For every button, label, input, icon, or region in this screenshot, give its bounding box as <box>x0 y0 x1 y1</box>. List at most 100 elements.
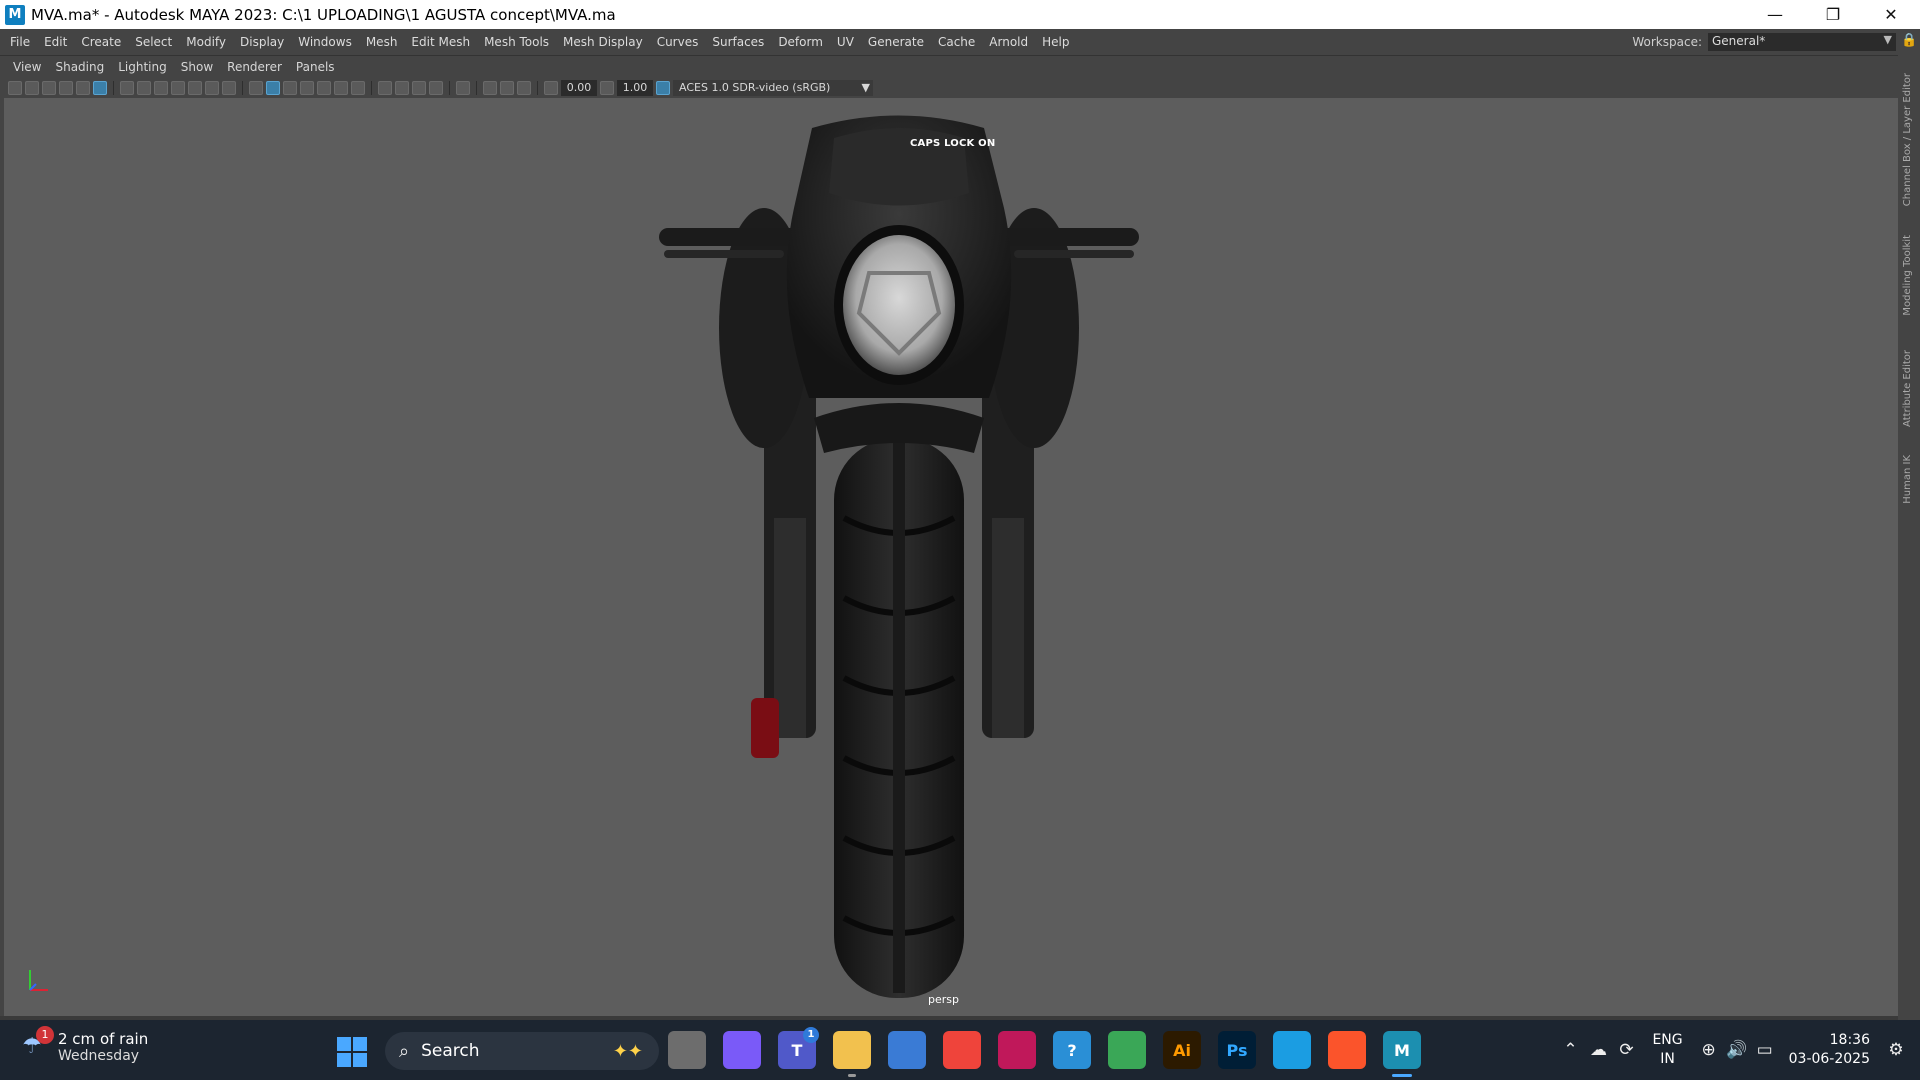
panel-menu-panels[interactable]: Panels <box>289 60 342 74</box>
menu-uv[interactable]: UV <box>830 35 861 49</box>
menu-surfaces[interactable]: Surfaces <box>705 35 771 49</box>
forza-icon[interactable] <box>998 1031 1036 1069</box>
illustrator-icon[interactable]: Ai <box>1163 1031 1201 1069</box>
taskbar-search[interactable]: ⌕ Search ✦✦ <box>385 1032 659 1070</box>
film-gate-icon[interactable] <box>137 81 151 95</box>
menu-edit-mesh[interactable]: Edit Mesh <box>404 35 477 49</box>
workspace-dropdown[interactable]: General* ▼ <box>1708 33 1896 51</box>
lights-icon[interactable] <box>334 81 348 95</box>
weather-widget[interactable]: ☂ 1 2 cm of rain Wednesday <box>22 1026 148 1064</box>
edge-icon[interactable] <box>1273 1031 1311 1069</box>
panel-menu-lighting[interactable]: Lighting <box>111 60 174 74</box>
menu-generate[interactable]: Generate <box>861 35 931 49</box>
exposure-icon[interactable] <box>544 81 558 95</box>
xray-active-components-icon[interactable] <box>500 81 514 95</box>
toolbar-separator <box>242 81 243 95</box>
anydesk-icon[interactable] <box>943 1031 981 1069</box>
weather-line2: Wednesday <box>58 1048 140 1064</box>
caps-lock-indicator: CAPS LOCK ON <box>910 138 996 149</box>
close-button[interactable]: ✕ <box>1862 0 1920 29</box>
2d-pan-zoom-icon[interactable] <box>76 81 90 95</box>
tab-modeling-toolkit[interactable]: Modeling Toolkit <box>1902 235 1913 316</box>
smooth-shade-icon[interactable] <box>266 81 280 95</box>
menu-display[interactable]: Display <box>233 35 291 49</box>
restore-button[interactable]: ❐ <box>1804 0 1862 29</box>
chrome-icon[interactable] <box>1108 1031 1146 1069</box>
panel-menu-show[interactable]: Show <box>174 60 220 74</box>
panel-menu-view[interactable]: View <box>6 60 48 74</box>
grid-icon[interactable] <box>120 81 134 95</box>
copilot-icon[interactable] <box>723 1031 761 1069</box>
shadows-icon[interactable] <box>351 81 365 95</box>
safe-title-icon[interactable] <box>222 81 236 95</box>
resolution-gate-icon[interactable] <box>154 81 168 95</box>
panel-menu-renderer[interactable]: Renderer <box>220 60 289 74</box>
image-plane-icon[interactable] <box>59 81 73 95</box>
photoshop-icon[interactable]: Ps <box>1218 1031 1256 1069</box>
menu-modify[interactable]: Modify <box>179 35 233 49</box>
menu-create[interactable]: Create <box>74 35 128 49</box>
menu-mesh-display[interactable]: Mesh Display <box>556 35 650 49</box>
menu-file[interactable]: File <box>0 35 37 49</box>
panel-menu-shading[interactable]: Shading <box>48 60 111 74</box>
depth-of-field-icon[interactable] <box>429 81 443 95</box>
menu-edit[interactable]: Edit <box>37 35 74 49</box>
notifications-icon[interactable]: ⚙ <box>1882 1040 1910 1060</box>
sync-icon[interactable]: ⟳ <box>1612 1040 1640 1060</box>
color-management-icon[interactable] <box>656 81 670 95</box>
file-explorer-icon[interactable] <box>833 1031 871 1077</box>
menu-select[interactable]: Select <box>128 35 179 49</box>
menu-deform[interactable]: Deform <box>771 35 830 49</box>
wireframe-icon[interactable] <box>249 81 263 95</box>
chevron-up-icon[interactable]: ⌃ <box>1556 1040 1584 1060</box>
menu-mesh[interactable]: Mesh <box>359 35 405 49</box>
brave-icon[interactable] <box>1328 1031 1366 1069</box>
battery-icon[interactable]: ▭ <box>1751 1040 1779 1060</box>
xray-joints-icon[interactable] <box>483 81 497 95</box>
minimize-button[interactable]: — <box>1746 0 1804 29</box>
camera-attributes-icon[interactable] <box>25 81 39 95</box>
view-transform-value: ACES 1.0 SDR-video (sRGB) <box>679 81 831 94</box>
bookmark-icon[interactable] <box>42 81 56 95</box>
lock-icon[interactable]: 🔒 <box>1901 33 1917 51</box>
wireframe-on-shaded-icon[interactable] <box>283 81 297 95</box>
volume-icon[interactable]: 🔊 <box>1723 1040 1751 1060</box>
menu-mesh-tools[interactable]: Mesh Tools <box>477 35 556 49</box>
menu-windows[interactable]: Windows <box>291 35 359 49</box>
tab-attribute-editor[interactable]: Attribute Editor <box>1902 350 1913 427</box>
gamma-icon[interactable] <box>600 81 614 95</box>
tab-human-ik[interactable]: Human IK <box>1902 455 1913 504</box>
clock[interactable]: 18:36 03-06-2025 <box>1789 1031 1870 1069</box>
help-icon[interactable]: ? <box>1053 1031 1091 1069</box>
microsoft-store-icon[interactable] <box>888 1031 926 1069</box>
network-icon[interactable]: ⊕ <box>1695 1040 1723 1060</box>
ambient-occlusion-icon[interactable] <box>378 81 392 95</box>
xray-icon[interactable] <box>317 81 331 95</box>
maya-taskbar-icon[interactable]: M <box>1383 1031 1421 1077</box>
3d-viewport[interactable]: CAPS LOCK ON persp <box>4 98 1898 1016</box>
menu-help[interactable]: Help <box>1035 35 1076 49</box>
grease-pencil-icon[interactable] <box>93 81 107 95</box>
isolate-select-icon[interactable] <box>456 81 470 95</box>
gamma-input[interactable]: 1.00 <box>617 80 653 96</box>
onedrive-icon[interactable]: ☁ <box>1584 1040 1612 1060</box>
textured-icon[interactable] <box>300 81 314 95</box>
language-indicator[interactable]: ENG IN <box>1652 1031 1682 1069</box>
menu-arnold[interactable]: Arnold <box>982 35 1035 49</box>
teams-icon[interactable]: T1 <box>778 1027 819 1069</box>
exposure-input[interactable]: 0.00 <box>561 80 597 96</box>
motion-blur-icon[interactable] <box>395 81 409 95</box>
gate-mask-icon[interactable] <box>171 81 185 95</box>
backface-culling-icon[interactable] <box>517 81 531 95</box>
safe-action-icon[interactable] <box>205 81 219 95</box>
view-transform-dropdown[interactable]: ACES 1.0 SDR-video (sRGB) ▼ <box>673 80 873 96</box>
task-view-icon[interactable] <box>668 1031 706 1069</box>
windows-taskbar: ☂ 1 2 cm of rain Wednesday ⌕ Search ✦✦ T… <box>0 1020 1920 1080</box>
menu-curves[interactable]: Curves <box>650 35 706 49</box>
menu-cache[interactable]: Cache <box>931 35 982 49</box>
camera-select-icon[interactable] <box>8 81 22 95</box>
field-chart-icon[interactable] <box>188 81 202 95</box>
tab-channel-box[interactable]: Channel Box / Layer Editor <box>1902 73 1913 206</box>
anti-aliasing-icon[interactable] <box>412 81 426 95</box>
windows-start-icon[interactable] <box>337 1037 367 1067</box>
